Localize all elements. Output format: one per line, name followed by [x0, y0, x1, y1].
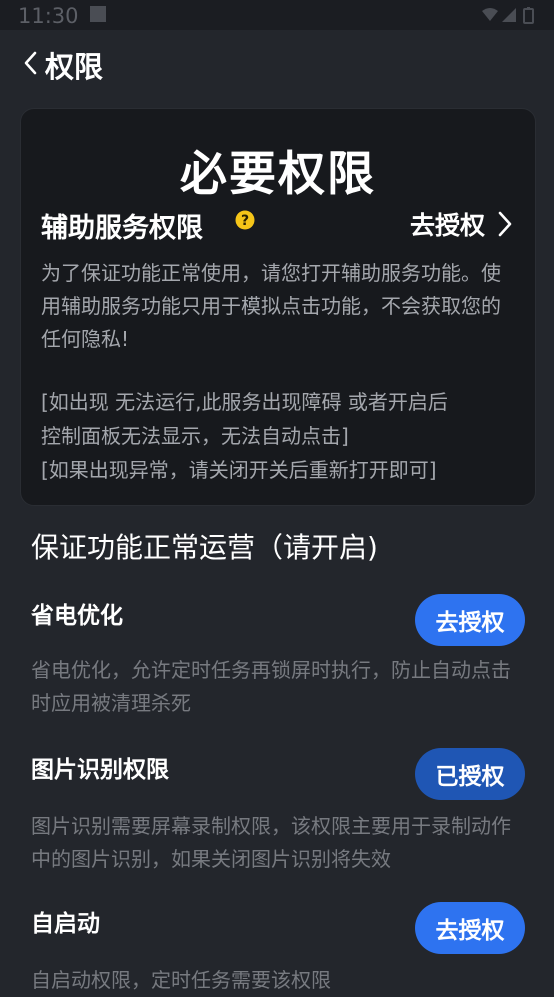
authorize-button[interactable]: 去授权	[415, 902, 525, 954]
permission-name: 自启动	[31, 911, 100, 937]
note-line: [如果出现异常，请关闭开关后重新打开即可]	[41, 458, 437, 482]
accessibility-service-row: 辅助服务权限 ? 去授权	[41, 204, 515, 244]
status-time: 11:30	[18, 4, 79, 28]
required-permissions-card: 必要权限 辅助服务权限 ? 去授权 为了保证功能正常使用，请您打开辅助服务功能。…	[20, 108, 536, 506]
authorize-label: 去授权	[409, 211, 485, 240]
back-arrow-icon[interactable]	[20, 50, 42, 76]
permission-description: 图片识别需要屏幕录制权限，该权限主要用于录制动作中的图片识别，如果关闭图片识别将…	[31, 814, 511, 871]
note-line: 控制面板无法显示，无法自动点击]	[41, 424, 349, 448]
note-line: [如出现 无法运行,此服务出现障碍 或者开启后	[41, 390, 448, 414]
permission-description: 自启动权限，定时任务需要该权限	[31, 968, 331, 992]
top-bar: 权限	[0, 30, 554, 96]
permission-name: 省电优化	[31, 603, 123, 629]
section-heading: 保证功能正常运营（请开启)	[31, 531, 378, 564]
service-description: 为了保证功能正常使用，请您打开辅助服务功能。使用辅助服务功能只用于模拟点击功能，…	[41, 261, 501, 351]
wifi-signal-battery-icon	[482, 7, 534, 24]
authorize-service-button[interactable]: 去授权	[385, 204, 515, 242]
service-notes: [如出现 无法运行,此服务出现障碍 或者开启后 控制面板无法显示，无法自动点击]…	[41, 385, 521, 487]
service-name: 辅助服务权限	[41, 213, 203, 244]
card-title: 必要权限	[180, 147, 376, 202]
permission-name: 图片识别权限	[31, 757, 169, 783]
page-title: 权限	[45, 50, 104, 84]
permission-description: 省电优化，允许定时任务再锁屏时执行，防止自动点击时应用被清理杀死	[31, 658, 511, 715]
svg-text:?: ?	[241, 213, 249, 229]
authorized-button[interactable]: 已授权	[415, 748, 525, 800]
status-bar: 11:30	[0, 0, 554, 30]
chevron-right-icon	[498, 211, 512, 237]
status-icons	[480, 6, 540, 24]
notification-icon	[90, 6, 106, 22]
help-icon[interactable]: ?	[235, 210, 255, 230]
authorize-button[interactable]: 去授权	[415, 594, 525, 646]
